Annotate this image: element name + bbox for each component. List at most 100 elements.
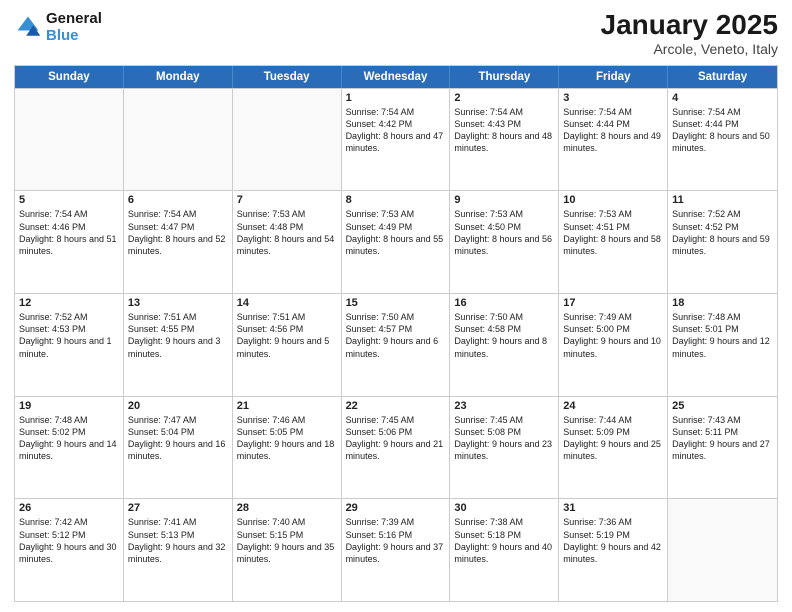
day-number: 31 bbox=[563, 502, 663, 514]
day-number: 29 bbox=[346, 502, 446, 514]
day-info: Sunrise: 7:49 AM Sunset: 5:00 PM Dayligh… bbox=[563, 311, 663, 360]
day-info: Sunrise: 7:43 AM Sunset: 5:11 PM Dayligh… bbox=[672, 414, 773, 463]
calendar-cell bbox=[668, 499, 777, 601]
day-info: Sunrise: 7:54 AM Sunset: 4:46 PM Dayligh… bbox=[19, 208, 119, 257]
day-number: 22 bbox=[346, 400, 446, 412]
day-number: 26 bbox=[19, 502, 119, 514]
day-info: Sunrise: 7:41 AM Sunset: 5:13 PM Dayligh… bbox=[128, 516, 228, 565]
day-number: 23 bbox=[454, 400, 554, 412]
calendar-cell bbox=[124, 89, 233, 191]
calendar-cell: 6 Sunrise: 7:54 AM Sunset: 4:47 PM Daylig… bbox=[124, 191, 233, 293]
calendar-week-2: 5 Sunrise: 7:54 AM Sunset: 4:46 PM Daylig… bbox=[15, 190, 777, 293]
calendar-cell: 16 Sunrise: 7:50 AM Sunset: 4:58 PM Dayli… bbox=[450, 294, 559, 396]
day-info: Sunrise: 7:54 AM Sunset: 4:43 PM Dayligh… bbox=[454, 106, 554, 155]
day-number: 24 bbox=[563, 400, 663, 412]
calendar-cell: 17 Sunrise: 7:49 AM Sunset: 5:00 PM Dayli… bbox=[559, 294, 668, 396]
day-number: 18 bbox=[672, 297, 773, 309]
calendar-cell: 29 Sunrise: 7:39 AM Sunset: 5:16 PM Dayli… bbox=[342, 499, 451, 601]
day-info: Sunrise: 7:53 AM Sunset: 4:50 PM Dayligh… bbox=[454, 208, 554, 257]
day-info: Sunrise: 7:50 AM Sunset: 4:58 PM Dayligh… bbox=[454, 311, 554, 360]
day-info: Sunrise: 7:54 AM Sunset: 4:44 PM Dayligh… bbox=[563, 106, 663, 155]
day-info: Sunrise: 7:46 AM Sunset: 5:05 PM Dayligh… bbox=[237, 414, 337, 463]
day-number: 5 bbox=[19, 194, 119, 206]
header-tuesday: Tuesday bbox=[233, 66, 342, 88]
calendar-cell: 21Sunrise: 7:46 AM Sunset: 5:05 PM Dayli… bbox=[233, 397, 342, 499]
calendar-cell: 7 Sunrise: 7:53 AM Sunset: 4:48 PM Daylig… bbox=[233, 191, 342, 293]
calendar-week-5: 26 Sunrise: 7:42 AM Sunset: 5:12 PM Dayli… bbox=[15, 498, 777, 601]
day-number: 8 bbox=[346, 194, 446, 206]
header: General Blue January 2025 Arcole, Veneto… bbox=[14, 10, 778, 57]
calendar-cell: 5 Sunrise: 7:54 AM Sunset: 4:46 PM Daylig… bbox=[15, 191, 124, 293]
day-number: 30 bbox=[454, 502, 554, 514]
day-info: Sunrise: 7:51 AM Sunset: 4:55 PM Dayligh… bbox=[128, 311, 228, 360]
day-number: 17 bbox=[563, 297, 663, 309]
day-number: 11 bbox=[672, 194, 773, 206]
calendar-body: 1Sunrise: 7:54 AM Sunset: 4:42 PM Daylig… bbox=[15, 88, 777, 601]
location: Arcole, Veneto, Italy bbox=[601, 41, 778, 57]
day-info: Sunrise: 7:39 AM Sunset: 5:16 PM Dayligh… bbox=[346, 516, 446, 565]
calendar: Sunday Monday Tuesday Wednesday Thursday… bbox=[14, 65, 778, 602]
day-number: 9 bbox=[454, 194, 554, 206]
day-number: 25 bbox=[672, 400, 773, 412]
day-info: Sunrise: 7:54 AM Sunset: 4:47 PM Dayligh… bbox=[128, 208, 228, 257]
calendar-cell: 10Sunrise: 7:53 AM Sunset: 4:51 PM Dayli… bbox=[559, 191, 668, 293]
day-number: 15 bbox=[346, 297, 446, 309]
calendar-cell: 19Sunrise: 7:48 AM Sunset: 5:02 PM Dayli… bbox=[15, 397, 124, 499]
day-info: Sunrise: 7:42 AM Sunset: 5:12 PM Dayligh… bbox=[19, 516, 119, 565]
calendar-cell: 4 Sunrise: 7:54 AM Sunset: 4:44 PM Daylig… bbox=[668, 89, 777, 191]
day-info: Sunrise: 7:53 AM Sunset: 4:48 PM Dayligh… bbox=[237, 208, 337, 257]
calendar-week-4: 19Sunrise: 7:48 AM Sunset: 5:02 PM Dayli… bbox=[15, 396, 777, 499]
calendar-cell: 14Sunrise: 7:51 AM Sunset: 4:56 PM Dayli… bbox=[233, 294, 342, 396]
day-number: 2 bbox=[454, 92, 554, 104]
day-info: Sunrise: 7:52 AM Sunset: 4:52 PM Dayligh… bbox=[672, 208, 773, 257]
logo: General Blue bbox=[14, 10, 102, 45]
month-title: January 2025 bbox=[601, 10, 778, 41]
day-number: 13 bbox=[128, 297, 228, 309]
day-info: Sunrise: 7:54 AM Sunset: 4:44 PM Dayligh… bbox=[672, 106, 773, 155]
day-number: 12 bbox=[19, 297, 119, 309]
day-info: Sunrise: 7:54 AM Sunset: 4:42 PM Dayligh… bbox=[346, 106, 446, 155]
logo-line2: Blue bbox=[46, 27, 102, 44]
calendar-cell: 26 Sunrise: 7:42 AM Sunset: 5:12 PM Dayli… bbox=[15, 499, 124, 601]
day-info: Sunrise: 7:50 AM Sunset: 4:57 PM Dayligh… bbox=[346, 311, 446, 360]
calendar-header: Sunday Monday Tuesday Wednesday Thursday… bbox=[15, 66, 777, 88]
calendar-week-3: 12 Sunrise: 7:52 AM Sunset: 4:53 PM Dayli… bbox=[15, 293, 777, 396]
day-info: Sunrise: 7:48 AM Sunset: 5:02 PM Dayligh… bbox=[19, 414, 119, 463]
day-number: 27 bbox=[128, 502, 228, 514]
calendar-cell: 12 Sunrise: 7:52 AM Sunset: 4:53 PM Dayli… bbox=[15, 294, 124, 396]
day-info: Sunrise: 7:47 AM Sunset: 5:04 PM Dayligh… bbox=[128, 414, 228, 463]
day-number: 6 bbox=[128, 194, 228, 206]
header-thursday: Thursday bbox=[450, 66, 559, 88]
header-saturday: Saturday bbox=[668, 66, 777, 88]
day-info: Sunrise: 7:44 AM Sunset: 5:09 PM Dayligh… bbox=[563, 414, 663, 463]
day-info: Sunrise: 7:38 AM Sunset: 5:18 PM Dayligh… bbox=[454, 516, 554, 565]
day-number: 16 bbox=[454, 297, 554, 309]
day-info: Sunrise: 7:52 AM Sunset: 4:53 PM Dayligh… bbox=[19, 311, 119, 360]
calendar-cell: 25 Sunrise: 7:43 AM Sunset: 5:11 PM Dayli… bbox=[668, 397, 777, 499]
calendar-cell: 18 Sunrise: 7:48 AM Sunset: 5:01 PM Dayli… bbox=[668, 294, 777, 396]
calendar-cell: 3Sunrise: 7:54 AM Sunset: 4:44 PM Daylig… bbox=[559, 89, 668, 191]
day-info: Sunrise: 7:53 AM Sunset: 4:49 PM Dayligh… bbox=[346, 208, 446, 257]
calendar-cell: 30 Sunrise: 7:38 AM Sunset: 5:18 PM Dayli… bbox=[450, 499, 559, 601]
page: General Blue January 2025 Arcole, Veneto… bbox=[0, 0, 792, 612]
calendar-cell: 23Sunrise: 7:45 AM Sunset: 5:08 PM Dayli… bbox=[450, 397, 559, 499]
calendar-cell: 22Sunrise: 7:45 AM Sunset: 5:06 PM Dayli… bbox=[342, 397, 451, 499]
day-info: Sunrise: 7:48 AM Sunset: 5:01 PM Dayligh… bbox=[672, 311, 773, 360]
calendar-cell: 27 Sunrise: 7:41 AM Sunset: 5:13 PM Dayli… bbox=[124, 499, 233, 601]
calendar-cell bbox=[15, 89, 124, 191]
calendar-week-1: 1Sunrise: 7:54 AM Sunset: 4:42 PM Daylig… bbox=[15, 88, 777, 191]
day-number: 20 bbox=[128, 400, 228, 412]
title-block: January 2025 Arcole, Veneto, Italy bbox=[601, 10, 778, 57]
header-wednesday: Wednesday bbox=[342, 66, 451, 88]
calendar-cell: 2 Sunrise: 7:54 AM Sunset: 4:43 PM Daylig… bbox=[450, 89, 559, 191]
calendar-cell: 1Sunrise: 7:54 AM Sunset: 4:42 PM Daylig… bbox=[342, 89, 451, 191]
day-info: Sunrise: 7:40 AM Sunset: 5:15 PM Dayligh… bbox=[237, 516, 337, 565]
day-number: 28 bbox=[237, 502, 337, 514]
day-number: 7 bbox=[237, 194, 337, 206]
calendar-cell: 13 Sunrise: 7:51 AM Sunset: 4:55 PM Dayli… bbox=[124, 294, 233, 396]
header-sunday: Sunday bbox=[15, 66, 124, 88]
day-number: 4 bbox=[672, 92, 773, 104]
day-info: Sunrise: 7:36 AM Sunset: 5:19 PM Dayligh… bbox=[563, 516, 663, 565]
logo-line1: General bbox=[46, 10, 102, 27]
calendar-cell: 28 Sunrise: 7:40 AM Sunset: 5:15 PM Dayli… bbox=[233, 499, 342, 601]
